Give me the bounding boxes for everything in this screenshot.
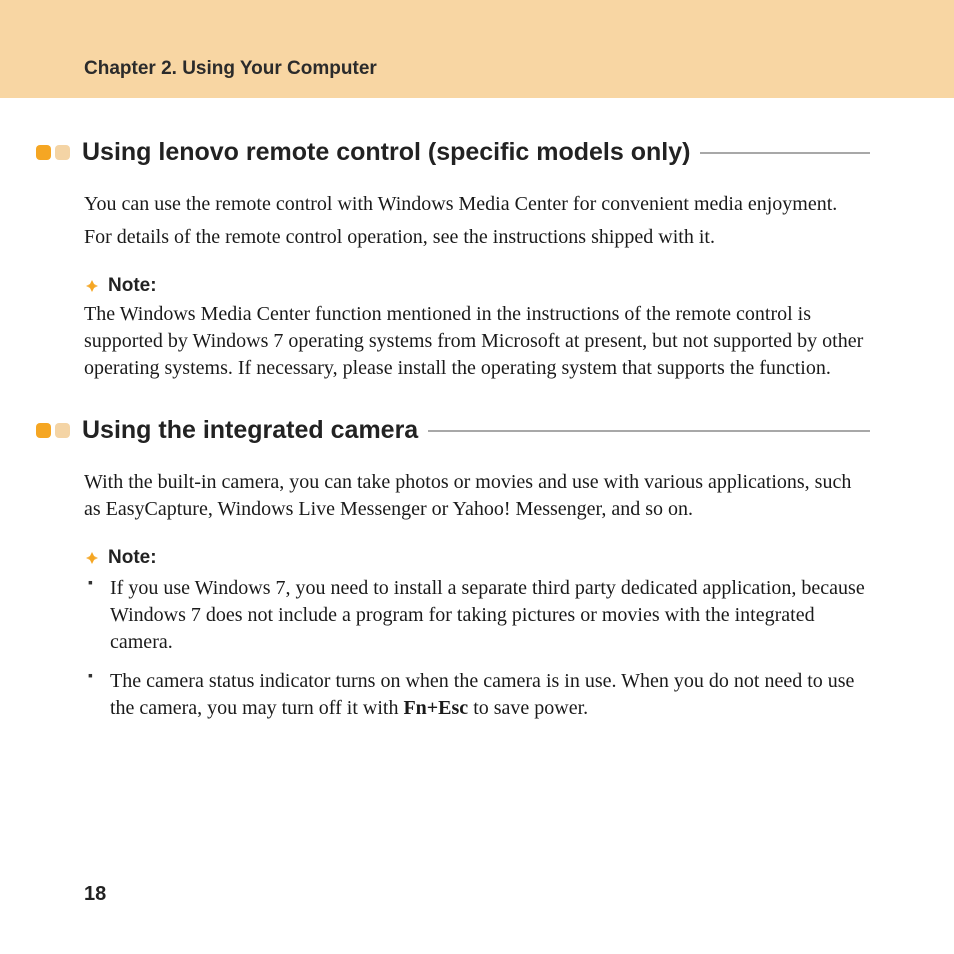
heading-bullets-icon [36,423,70,438]
keyboard-shortcut: Fn+Esc [403,697,468,719]
page-header: Chapter 2. Using Your Computer [0,0,954,98]
section-heading-camera: Using the integrated camera [36,416,870,445]
heading-bullets-icon [36,145,70,160]
note-label-text: Note: [108,275,157,297]
note-body: The Windows Media Center function mentio… [84,301,870,382]
section-title: Using lenovo remote control (specific mo… [82,138,690,167]
note-bullet-list: If you use Windows 7, you need to instal… [84,575,870,722]
note-block: Note: If you use Windows 7, you need to … [84,547,870,722]
list-item: The camera status indicator turns on whe… [106,668,870,722]
section-title: Using the integrated camera [82,416,418,445]
section-heading-remote: Using lenovo remote control (specific mo… [36,138,870,167]
page-number: 18 [84,883,106,906]
list-item-text: to save power. [468,697,588,719]
body-paragraph: With the built-in camera, you can take p… [84,469,870,523]
note-label-text: Note: [108,547,157,569]
chapter-title: Chapter 2. Using Your Computer [84,58,954,80]
diamond-icon [84,550,100,566]
note-block: Note: The Windows Media Center function … [84,275,870,382]
note-label-row: Note: [84,547,870,569]
body-paragraph: You can use the remote control with Wind… [84,191,870,218]
note-label-row: Note: [84,275,870,297]
list-item: If you use Windows 7, you need to instal… [106,575,870,656]
body-paragraph: For details of the remote control operat… [84,224,870,251]
page-content: Using lenovo remote control (specific mo… [0,98,954,722]
heading-rule [700,152,870,154]
heading-rule [428,430,870,432]
diamond-icon [84,278,100,294]
